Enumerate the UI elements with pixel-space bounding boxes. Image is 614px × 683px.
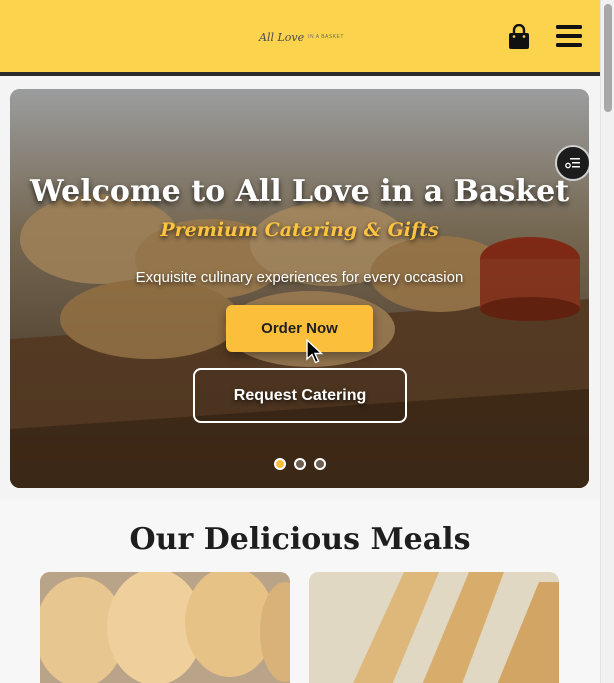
carousel-indicators bbox=[274, 458, 326, 470]
site-header: All Love IN A BASKET bbox=[0, 0, 600, 72]
scrollbar-thumb[interactable] bbox=[604, 4, 612, 112]
filter-icon bbox=[565, 158, 580, 169]
site-logo[interactable]: All Love IN A BASKET bbox=[255, 27, 343, 47]
request-catering-button[interactable]: Request Catering bbox=[193, 368, 407, 423]
logo-subtext: IN A BASKET bbox=[308, 34, 344, 40]
order-now-button[interactable]: Order Now bbox=[226, 305, 373, 352]
hero-carousel: Welcome to All Love in a Basket Premium … bbox=[10, 89, 589, 488]
meal-card[interactable] bbox=[40, 572, 290, 683]
hero-title: Welcome to All Love in a Basket bbox=[29, 174, 570, 209]
hamburger-menu-icon[interactable] bbox=[556, 24, 582, 48]
logo-text: All Love bbox=[259, 30, 305, 44]
meal-image bbox=[40, 572, 290, 683]
hero-overlay bbox=[10, 89, 589, 488]
shopping-bag-icon[interactable] bbox=[507, 24, 531, 50]
page-scrollbar[interactable] bbox=[600, 0, 614, 683]
meal-image bbox=[309, 572, 559, 683]
filter-button[interactable] bbox=[555, 145, 589, 181]
carousel-dot-2[interactable] bbox=[294, 458, 306, 470]
meals-title: Our Delicious Meals bbox=[129, 522, 471, 557]
meals-section: Our Delicious Meals bbox=[0, 500, 600, 683]
hero-subtitle: Premium Catering & Gifts bbox=[160, 219, 439, 241]
hero-description: Exquisite culinary experiences for every… bbox=[135, 269, 464, 286]
meal-card[interactable] bbox=[309, 572, 559, 683]
carousel-dot-1[interactable] bbox=[274, 458, 286, 470]
carousel-dot-3[interactable] bbox=[314, 458, 326, 470]
header-divider bbox=[0, 72, 600, 76]
mouse-cursor-icon bbox=[306, 339, 324, 364]
page: All Love IN A BASKET Welcome to All Love… bbox=[0, 0, 614, 683]
